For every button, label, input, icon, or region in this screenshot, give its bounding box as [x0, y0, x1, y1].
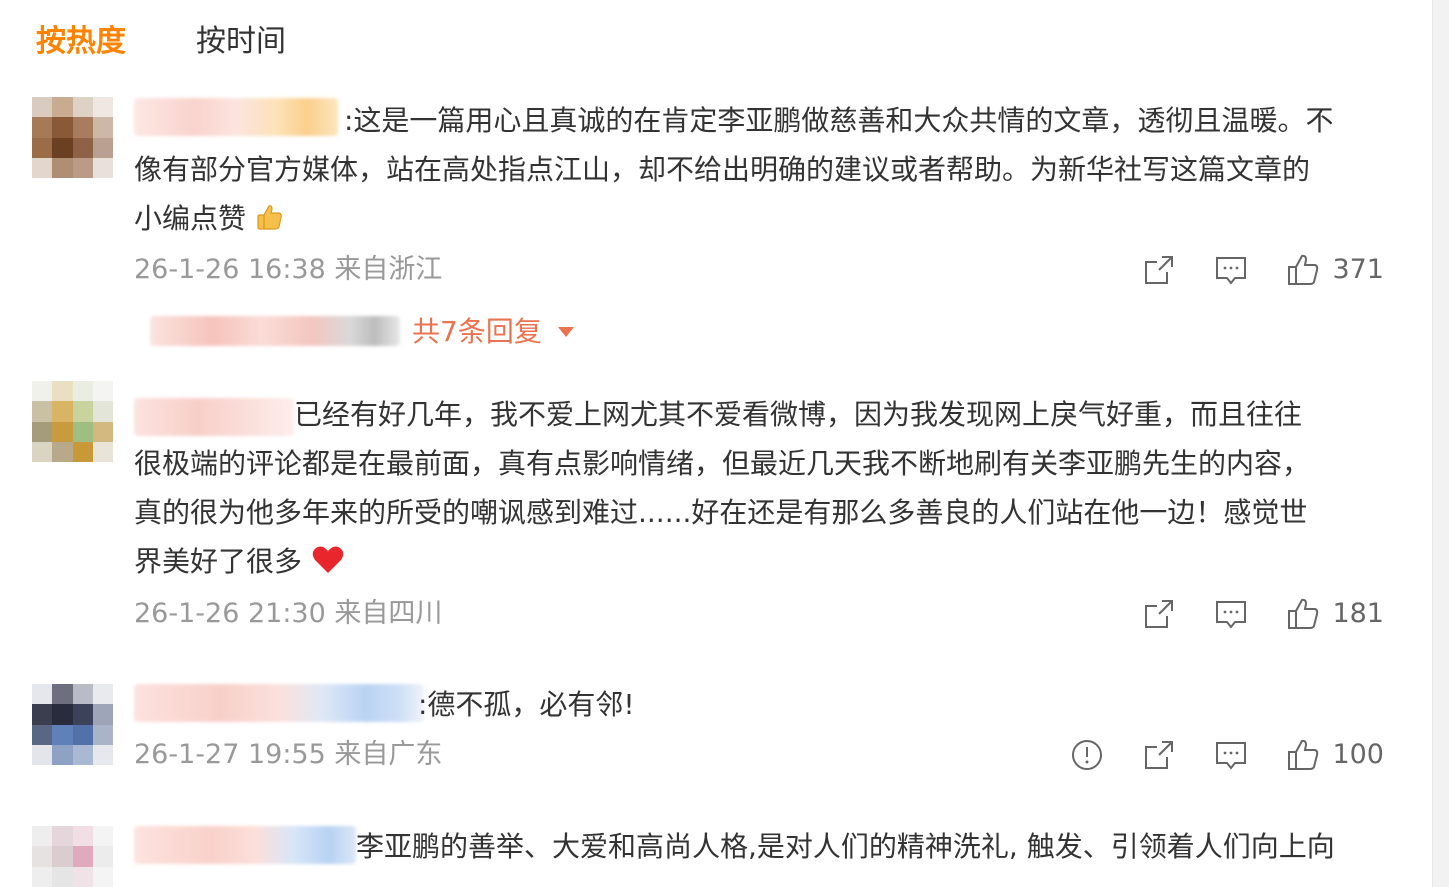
scrollbar[interactable]	[1432, 0, 1449, 887]
comment-text: 李亚鹏的善举、大爱和高尚人格,是对人们的精神洗礼, 触发、引领着人们向上向	[134, 822, 1394, 871]
comment-line: :德不孤，必有邻!	[418, 688, 635, 721]
reply-preview-blurred	[150, 316, 400, 346]
replies-label: 共7条回复	[412, 315, 542, 348]
comment-icon[interactable]	[1214, 597, 1248, 631]
comment-line: 像有部分官方媒体，站在高处指点江山，却不给出明确的建议或者帮助。为新华社写这篇文…	[134, 153, 1311, 186]
red-heart-emoji	[312, 546, 344, 573]
comment-meta: 26-1-26 21:30 来自四川	[134, 596, 442, 632]
report-icon[interactable]	[1070, 738, 1104, 772]
location: 来自浙江	[334, 254, 443, 285]
share-icon[interactable]	[1142, 253, 1176, 287]
comment-line: :这是一篇用心且真诚的在肯定李亚鹏做慈善和大众共情的文章，透彻且温暖。不	[344, 104, 1334, 137]
share-icon[interactable]	[1142, 597, 1176, 631]
comment-actions: 181	[1104, 594, 1384, 634]
like-count: 100	[1332, 739, 1384, 770]
location: 来自四川	[334, 598, 443, 629]
comment-meta: 26-1-26 16:38 来自浙江	[134, 252, 442, 288]
timestamp: 26-1-26 21:30	[134, 598, 326, 629]
comment-icon[interactable]	[1214, 738, 1248, 772]
thumbs-up-icon[interactable]	[1286, 253, 1320, 287]
comment-line: 小编点赞	[134, 202, 247, 235]
share-icon[interactable]	[1142, 738, 1176, 772]
avatar[interactable]	[32, 381, 113, 462]
like-count: 181	[1332, 598, 1384, 629]
comment-icon[interactable]	[1214, 253, 1248, 287]
view-replies-link[interactable]: 共7条回复	[412, 312, 574, 352]
comment-actions: 371	[1104, 250, 1384, 290]
avatar[interactable]	[32, 684, 113, 765]
comment-actions: 100	[1032, 735, 1384, 775]
comment-meta: 26-1-27 19:55 来自广东	[134, 737, 442, 773]
tab-by-hotness[interactable]: 按热度	[36, 20, 126, 64]
comment-text: :这是一篇用心且真诚的在肯定李亚鹏做慈善和大众共情的文章，透彻且温暖。不 像有部…	[134, 96, 1394, 243]
comments-page: 按热度 按时间 :这是一篇用心且真诚的在肯定李亚鹏做慈善和大众共情的文章，透彻且…	[0, 0, 1449, 887]
tab-by-time[interactable]: 按时间	[196, 20, 286, 64]
avatar[interactable]	[32, 826, 113, 887]
timestamp: 26-1-26 16:38	[134, 254, 326, 285]
comment-line: 李亚鹏的善举、大爱和高尚人格,是对人们的精神洗礼, 触发、引领着人们向上向	[356, 830, 1335, 863]
comment-line: 真的很为他多年来的所受的嘲讽感到难过......好在还是有那么多善良的人们站在他…	[134, 496, 1308, 529]
timestamp: 26-1-27 19:55	[134, 739, 326, 770]
like-count: 371	[1332, 254, 1384, 285]
thumbs-up-emoji	[257, 205, 282, 230]
thumbs-up-icon[interactable]	[1286, 597, 1320, 631]
comment-line: 界美好了很多	[134, 545, 303, 578]
thumbs-up-icon[interactable]	[1286, 738, 1320, 772]
avatar[interactable]	[32, 97, 113, 178]
comment-line: 很极端的评论都是在最前面，真有点影响情绪，但最近几天我不断地刷有关李亚鹏先生的内…	[134, 447, 1311, 480]
comment-line: 已经有好几年，我不爱上网尤其不爱看微博，因为我发现网上戾气好重，而且往往	[294, 398, 1303, 431]
comment-text: :德不孤，必有邻!	[134, 680, 1394, 729]
caret-down-icon	[557, 327, 574, 337]
comment-text: 已经有好几年，我不爱上网尤其不爱看微博，因为我发现网上戾气好重，而且往往 很极端…	[134, 390, 1394, 586]
location: 来自广东	[334, 739, 443, 770]
